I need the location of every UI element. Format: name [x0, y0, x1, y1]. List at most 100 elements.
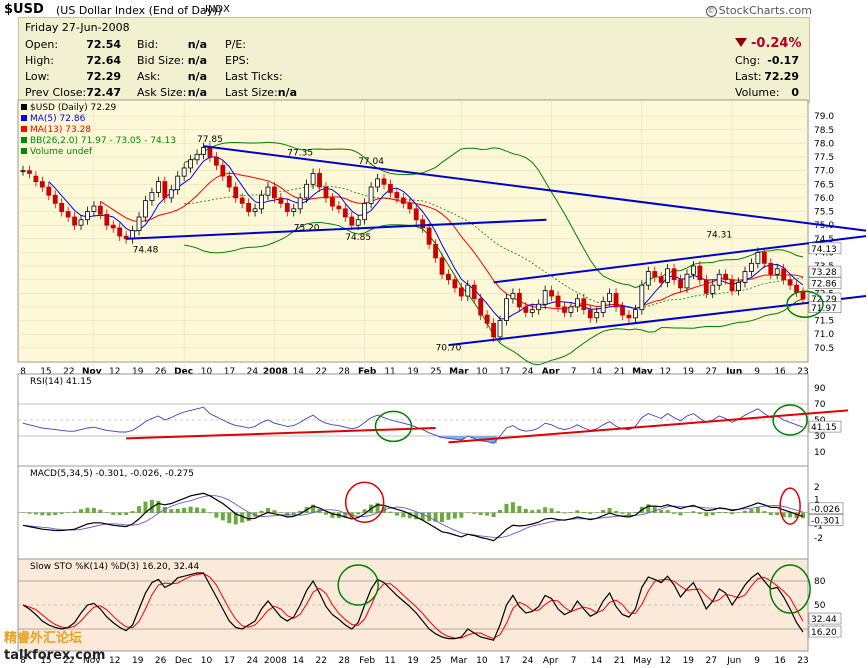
price-legend-item: BB(26,2.0) 71.97 - 73.05 - 74.13	[30, 136, 176, 146]
candle-body	[639, 284, 645, 311]
candle-body	[620, 306, 625, 316]
candle-body	[781, 268, 787, 281]
candle-body	[504, 298, 509, 321]
price-annotation: 77.35	[287, 149, 313, 159]
x-axis-label-bottom: 14	[591, 656, 603, 666]
candle-body	[446, 273, 451, 281]
macd-histogram-bar	[27, 512, 32, 514]
candle-body	[201, 147, 206, 155]
macd-histogram-bar	[659, 510, 664, 513]
x-axis-label-bottom: 24	[522, 656, 534, 666]
macd-histogram-bar	[188, 506, 193, 513]
x-axis-label-bottom: 26	[155, 656, 167, 666]
candle-body	[458, 287, 464, 297]
candle-body	[220, 164, 226, 177]
macd-histogram-bar	[684, 512, 689, 513]
candle-body	[710, 284, 716, 294]
macd-histogram-bar	[459, 512, 464, 518]
macd-histogram-bar	[137, 506, 142, 513]
x-axis-label-bottom: 27	[706, 656, 717, 666]
price-annotation: 77.85	[197, 135, 223, 145]
macd-histogram-bar	[768, 512, 773, 516]
candle-body	[626, 314, 632, 319]
macd-histogram-bar	[530, 510, 535, 513]
price-annotation: 70.70	[436, 344, 462, 354]
macd-tick-label: 2	[814, 483, 820, 493]
candle-body	[587, 309, 593, 319]
candle-body	[342, 208, 348, 218]
macd-histogram-bar	[762, 511, 767, 513]
x-axis-label-bottom: 19	[407, 656, 419, 666]
macd-histogram-bar	[246, 512, 251, 522]
candle-body	[149, 192, 155, 202]
candle-body	[368, 186, 374, 204]
candle-body	[400, 197, 406, 204]
macd-histogram-bar	[607, 507, 612, 513]
candle-body	[265, 186, 271, 196]
macd-histogram-bar	[259, 510, 264, 513]
x-axis-label-bottom: 17	[499, 656, 510, 666]
candle-body	[761, 252, 767, 264]
candle-body	[471, 284, 477, 300]
candle-body	[723, 273, 729, 281]
candle-body	[381, 178, 387, 185]
candle-body	[510, 292, 516, 300]
rsi-title: RSI(14) 41.15	[30, 377, 92, 387]
candle-body	[600, 301, 606, 313]
candle-body	[375, 178, 380, 188]
candle-body	[330, 197, 335, 207]
candle-body	[213, 156, 219, 166]
price-tick-label: 77.5	[814, 153, 834, 163]
macd-histogram-bar	[723, 512, 728, 513]
candle-body	[239, 197, 245, 204]
price-tick-label: 78.5	[814, 126, 834, 136]
macd-histogram-bar	[556, 511, 561, 513]
candle-body	[542, 290, 548, 305]
candle-body	[652, 271, 658, 278]
price-tick-label: 76.0	[814, 194, 834, 204]
macd-histogram-bar	[33, 512, 38, 515]
x-axis-label-bottom: 23	[797, 656, 808, 666]
macd-histogram-bar	[614, 510, 619, 513]
macd-histogram-bar	[665, 510, 670, 513]
legend-swatch	[21, 104, 27, 110]
macd-histogram-bar	[575, 510, 580, 513]
x-axis-label-bottom: 19	[683, 656, 695, 666]
macd-histogram-bar	[749, 509, 754, 513]
macd-histogram-bar	[710, 512, 715, 516]
macd-histogram-bar	[581, 511, 586, 513]
candle-body	[703, 279, 709, 294]
candle-body	[143, 200, 148, 218]
candle-body	[362, 202, 368, 221]
x-axis-label-bottom: 16	[774, 656, 786, 666]
macd-histogram-bar	[517, 506, 522, 513]
candle-body	[304, 183, 310, 199]
candle-body	[52, 194, 58, 204]
x-axis-label-bottom: 12	[109, 656, 120, 666]
macd-histogram-bar	[697, 512, 702, 515]
candle-body	[336, 205, 342, 210]
x-axis-label-bottom: Apr	[543, 656, 559, 666]
x-axis-label-bottom: 9	[754, 656, 760, 666]
candle-body	[562, 306, 567, 313]
legend-swatch	[21, 126, 27, 132]
macd-histogram-bar	[85, 507, 90, 513]
rsi-tick-label: 70	[814, 400, 826, 410]
macd-histogram-bar	[356, 512, 361, 515]
candle-body	[549, 290, 554, 297]
candle-body	[27, 170, 32, 174]
candle-body	[317, 173, 322, 188]
macd-histogram-bar	[91, 508, 96, 513]
candle-body	[420, 219, 426, 229]
candle-body	[168, 189, 174, 199]
candle-body	[233, 186, 239, 199]
candle-body	[284, 202, 290, 212]
x-axis-label-bottom: 28	[338, 656, 350, 666]
price-right-label: 72.86	[811, 280, 837, 290]
macd-histogram-bar	[523, 508, 528, 513]
charts-svg: 79.078.578.077.577.076.576.075.575.074.5…	[17, 99, 867, 666]
candle-body	[207, 147, 213, 158]
price-tick-label: 71.5	[814, 317, 834, 327]
candle-body	[252, 208, 258, 212]
candle-body	[574, 298, 580, 308]
